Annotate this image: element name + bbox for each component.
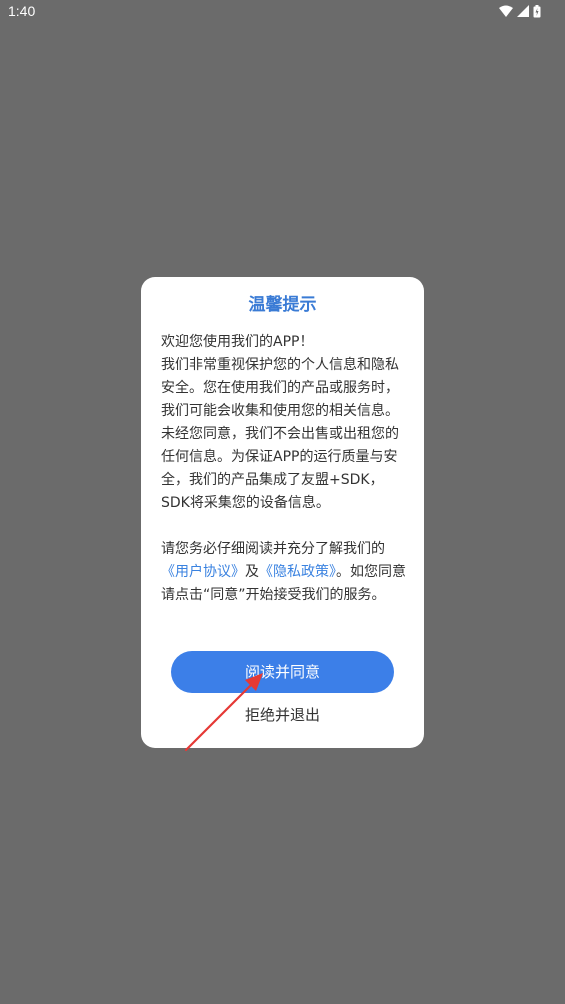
dialog-body-text: 我们非常重视保护您的个人信息和隐私安全。您在使用我们的产品或服务时，我们可能会收… xyxy=(161,357,399,511)
consent-paragraph: 请您务必仔细阅读并充分了解我们的《用户协议》及《隐私政策》。如您同意请点击“同意… xyxy=(161,538,409,607)
wifi-icon xyxy=(499,5,513,17)
consent-prefix: 请您务必仔细阅读并充分了解我们的 xyxy=(161,541,385,557)
privacy-policy-link[interactable]: 《隐私政策》 xyxy=(259,564,336,580)
dialog-intro: 欢迎您使用我们的APP！ xyxy=(161,334,314,350)
and-text: 及 xyxy=(245,564,259,580)
user-agreement-link[interactable]: 《用户协议》 xyxy=(161,564,245,580)
dialog-body: 欢迎您使用我们的APP！ 我们非常重视保护您的个人信息和隐私安全。您在使用我们的… xyxy=(161,331,409,607)
battery-icon xyxy=(533,4,541,17)
dialog-title: 温馨提示 xyxy=(248,295,317,315)
status-bar: 1:40 xyxy=(0,0,565,24)
signal-icon xyxy=(517,5,529,17)
status-time: 1:40 xyxy=(8,3,36,19)
status-icons xyxy=(499,4,541,18)
annotation-arrow-icon xyxy=(184,673,263,752)
